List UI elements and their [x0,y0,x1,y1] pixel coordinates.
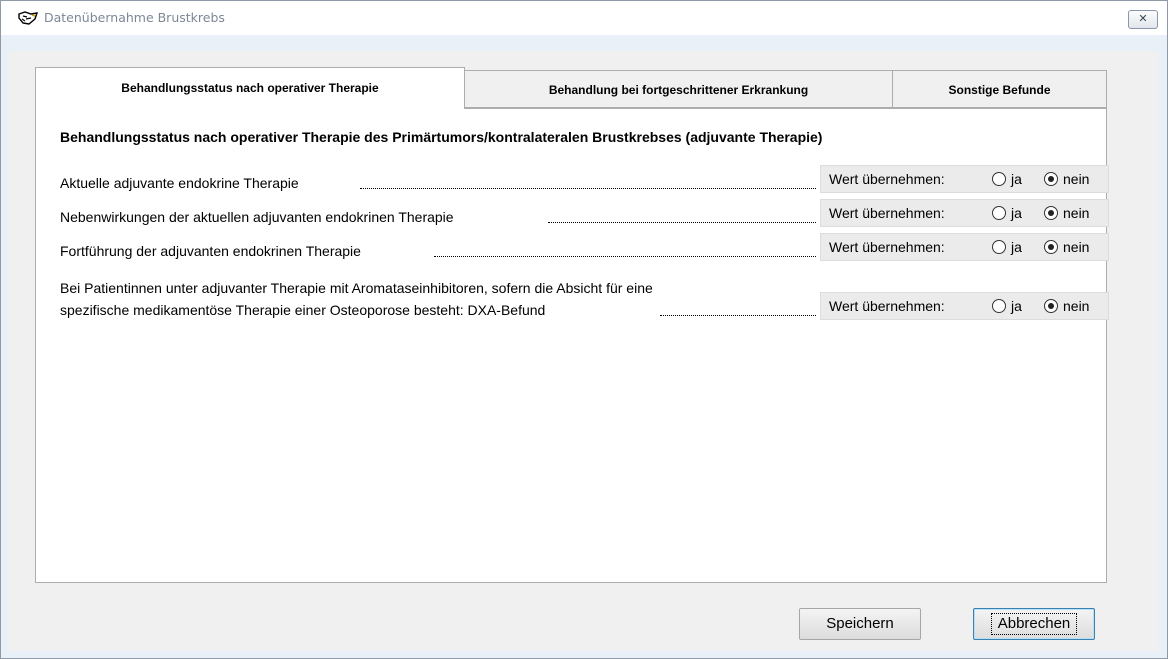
row-label-aktuelle-therapie: Aktuelle adjuvante endokrine Therapie [60,173,816,193]
tab-panel: Behandlungsstatus nach operativer Therap… [35,108,1109,583]
save-button[interactable]: Speichern [799,608,921,640]
radio-nein[interactable] [1044,172,1058,186]
tab-fortgeschrittene-erkrankung[interactable]: Behandlung bei fortgeschrittener Erkrank… [464,70,893,108]
close-button[interactable]: ✕ [1128,10,1158,29]
radio-nein[interactable] [1044,299,1058,313]
radio-ja[interactable] [992,172,1006,186]
radio-nein[interactable] [1044,206,1058,220]
radio-ja[interactable] [992,240,1006,254]
dialog-window: Datenübernahme Brustkrebs ✕ Behandlungss… [0,0,1168,659]
dialog-body: Behandlungsstatus nach operativer Therap… [9,51,1158,651]
radio-nein[interactable] [1044,240,1058,254]
option-group-nebenwirkungen: Wert übernehmen: ja nein [820,199,1109,227]
row-label-dxa-befund-line1: Bei Patientinnen unter adjuvanter Therap… [60,280,655,296]
section-title: Behandlungsstatus nach operativer Therap… [60,129,823,145]
row-label-nebenwirkungen: Nebenwirkungen der aktuellen adjuvanten … [60,207,816,227]
tab-behandlungsstatus[interactable]: Behandlungsstatus nach operativer Therap… [35,67,465,109]
row-label-fortfuehrung: Fortführung der adjuvanten endokrinen Th… [60,241,816,261]
cancel-button[interactable]: Abbrechen [973,608,1095,640]
window-title: Datenübernahme Brustkrebs [44,10,225,25]
option-group-dxa-befund: Wert übernehmen: ja nein [820,292,1109,320]
option-group-aktuelle-therapie: Wert übernehmen: ja nein [820,165,1109,193]
option-group-fortfuehrung: Wert übernehmen: ja nein [820,233,1109,261]
title-bar: Datenübernahme Brustkrebs ✕ [1,1,1167,35]
close-icon: ✕ [1138,13,1148,25]
radio-ja[interactable] [992,206,1006,220]
tab-sonstige-befunde[interactable]: Sonstige Befunde [892,70,1107,108]
app-icon [18,11,39,25]
row-label-dxa-befund-line2: spezifische medikamentöse Therapie einer… [60,300,816,320]
radio-ja[interactable] [992,299,1006,313]
